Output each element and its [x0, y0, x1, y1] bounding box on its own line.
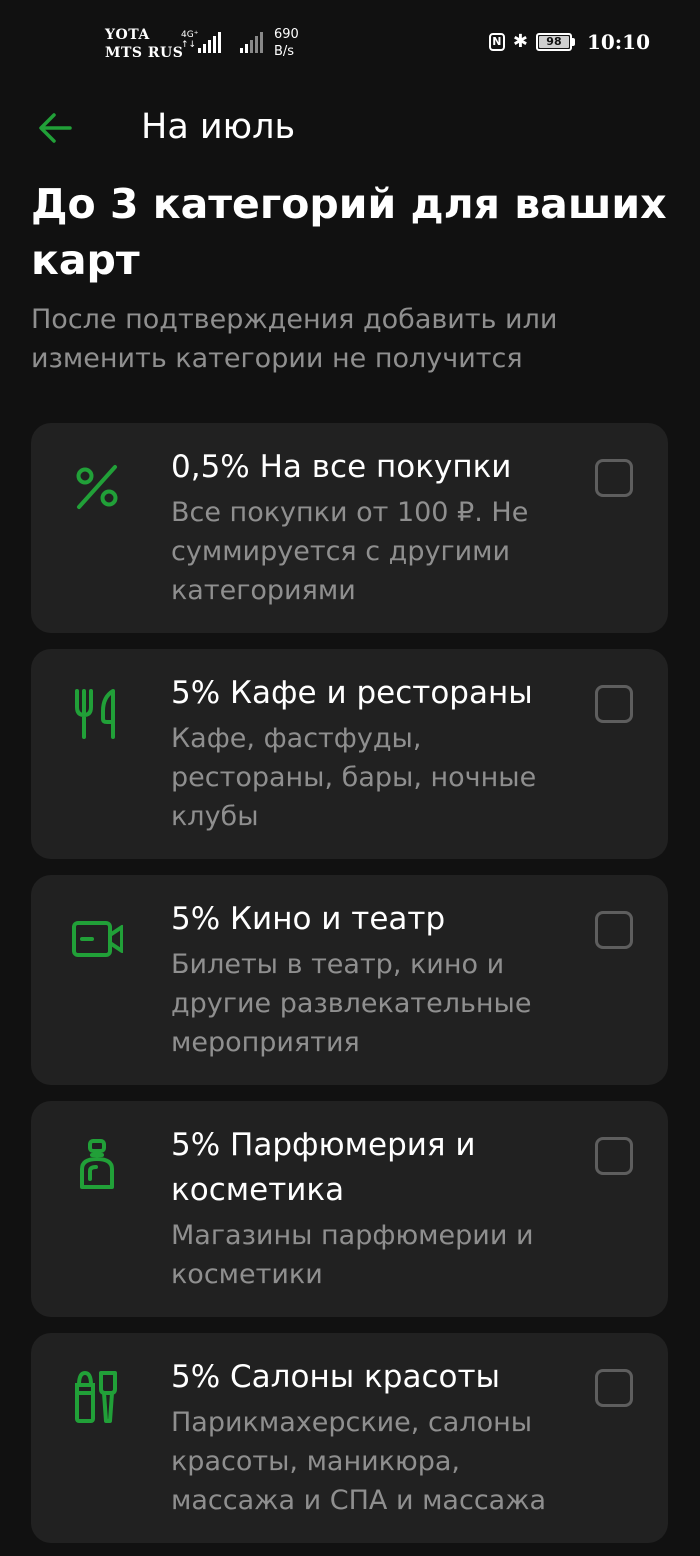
category-title: 5% Салоны красоты — [171, 1359, 500, 1395]
category-description: Парикмахерские, салоны красоты, маникюра… — [171, 1407, 547, 1516]
network-type: 4G⁺ ↑↓ — [181, 30, 199, 50]
category-card-cafes-restaurants[interactable]: 5% Кафе и рестораны Кафе, фастфуды, рест… — [31, 649, 668, 859]
battery-icon: 98 — [535, 33, 575, 51]
percent-icon — [76, 465, 118, 509]
signal-strength-2-icon — [240, 31, 263, 53]
page-title: На июль — [141, 107, 296, 147]
category-card-all-purchases[interactable]: 0,5% На все покупки Все покупки от 100 ₽… — [31, 423, 668, 633]
category-description: Кафе, фастфуды, рестораны, бары, ночные … — [171, 723, 537, 832]
perfume-icon — [80, 1139, 114, 1189]
category-checkbox[interactable] — [595, 911, 633, 949]
bluetooth-icon: ✱ — [512, 31, 528, 52]
category-description: Все покупки от 100 ₽. Не суммируется с д… — [171, 497, 529, 606]
arrow-left-icon — [39, 113, 72, 143]
status-icons: N ✱ 98 10:10 — [488, 30, 650, 54]
video-camera-icon — [72, 921, 123, 957]
operator-2: MTS RUS — [105, 45, 184, 61]
category-description: Билеты в театр, кино и другие развлекате… — [171, 949, 532, 1058]
category-card-beauty-salons[interactable]: 5% Салоны красоты Парикмахерские, салоны… — [31, 1333, 668, 1543]
heading: До 3 категорий для ваших карт — [31, 180, 667, 284]
beauty-tools-icon — [75, 1371, 117, 1423]
network-speed: 690 B/s — [274, 27, 299, 59]
operator-1: YOTA — [105, 27, 150, 43]
fork-knife-icon — [75, 689, 115, 739]
category-card-perfumery-cosmetics[interactable]: 5% Парфюмерия и косметика Магазины парфю… — [31, 1101, 668, 1317]
category-checkbox[interactable] — [595, 459, 633, 497]
category-card-cinema-theatre[interactable]: 5% Кино и театр Билеты в театр, кино и д… — [31, 875, 668, 1085]
category-checkbox[interactable] — [595, 1137, 633, 1175]
operator-names: YOTA MTS RUS — [105, 26, 183, 62]
clock: 10:10 — [586, 30, 650, 54]
battery-level: 98 — [538, 36, 569, 48]
subheading: После подтверждения добавить или изменит… — [31, 304, 558, 374]
category-title: 5% Кино и театр — [171, 901, 446, 937]
category-title: 5% Кафе и рестораны — [171, 675, 533, 711]
category-checkbox[interactable] — [595, 1369, 633, 1407]
status-bar: YOTA MTS RUS 4G⁺ ↑↓ 690 B/s N ✱ 98 10:10 — [0, 0, 700, 88]
signal-strength-1-icon — [198, 31, 221, 53]
category-title: 5% Парфюмерия и косметика — [171, 1127, 476, 1208]
category-description: Магазины парфюмерии и косметики — [171, 1220, 534, 1290]
category-checkbox[interactable] — [595, 685, 633, 723]
category-title: 0,5% На все покупки — [171, 449, 512, 485]
back-button[interactable] — [36, 108, 76, 148]
nfc-icon: N — [488, 33, 505, 51]
